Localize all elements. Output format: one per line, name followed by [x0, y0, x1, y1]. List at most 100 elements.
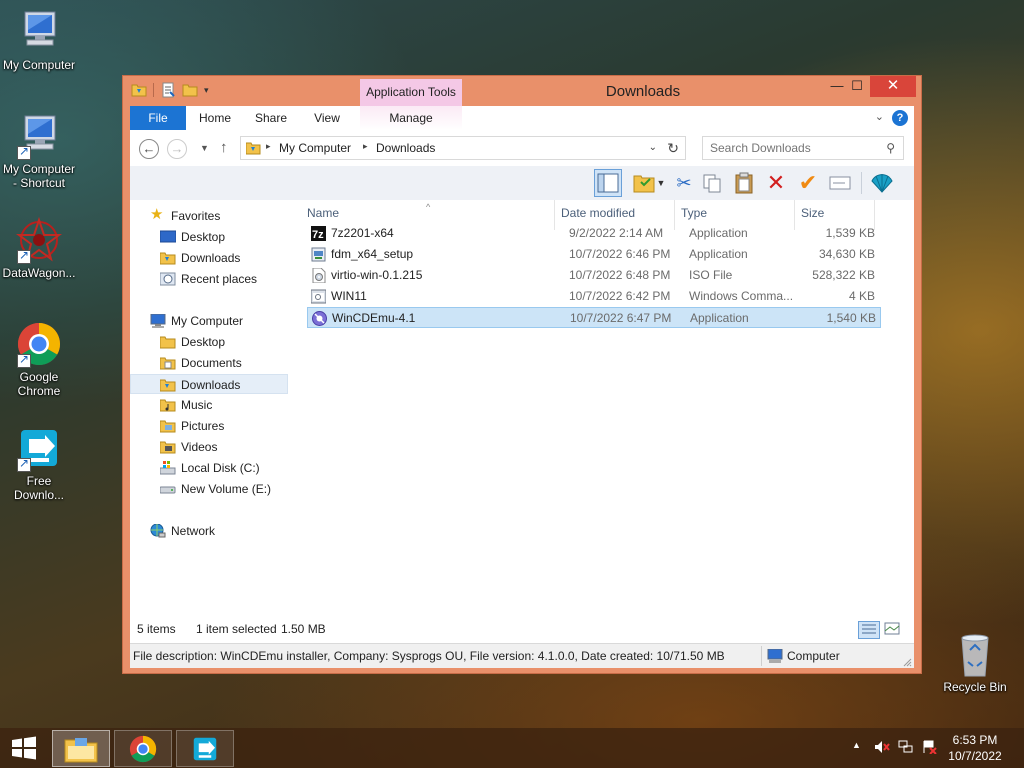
- maximize-button[interactable]: ☐: [843, 76, 871, 97]
- nav-computer-desktop[interactable]: Desktop: [130, 332, 288, 352]
- network-status-icon[interactable]: [898, 740, 914, 757]
- shortcut-arrow-icon: [17, 352, 31, 368]
- desktop-icon-label: Google Chrome: [17, 370, 61, 398]
- forward-button[interactable]: →: [167, 139, 187, 159]
- breadcrumb-my-computer[interactable]: My Computer: [279, 141, 351, 155]
- breadcrumb-separator-icon[interactable]: ▸: [266, 141, 271, 152]
- chevron-down-icon[interactable]: ▼: [654, 169, 668, 197]
- customize-qat-icon[interactable]: ▾: [204, 85, 209, 96]
- tab-home[interactable]: Home: [192, 106, 238, 130]
- nav-computer-documents[interactable]: Documents: [130, 353, 288, 373]
- preview-pane-button[interactable]: [594, 169, 622, 197]
- recent-locations-dropdown-icon[interactable]: ▼: [200, 143, 209, 153]
- nav-computer-new-volume-e[interactable]: New Volume (E:): [130, 479, 288, 499]
- refresh-icon[interactable]: ↻: [667, 140, 679, 157]
- music-folder-icon: [159, 398, 176, 412]
- desktop-icon-label: DataWagon...: [2, 266, 76, 280]
- file-size: 34,630 KB: [818, 247, 875, 261]
- taskbar-file-explorer[interactable]: [52, 730, 110, 767]
- file-size: 1.50 MB: [680, 649, 725, 663]
- pane-splitter[interactable]: [290, 200, 291, 615]
- nav-favorites-downloads[interactable]: Downloads: [130, 248, 288, 268]
- desktop-icon-google-chrome[interactable]: Google Chrome: [1, 320, 77, 398]
- system-drive-icon: [159, 461, 176, 475]
- tab-file[interactable]: File: [130, 106, 186, 130]
- desktop-icon-recycle-bin[interactable]: Recycle Bin: [937, 630, 1013, 694]
- title-bar[interactable]: ▾ Application Tools Downloads — ☐ ✕: [123, 76, 921, 106]
- back-button[interactable]: ←: [139, 139, 159, 159]
- system-clock[interactable]: 6:53 PM 10/7/2022: [940, 732, 1010, 764]
- nav-computer-downloads[interactable]: Downloads: [130, 374, 288, 394]
- iso-file-icon: [311, 267, 326, 284]
- tab-view[interactable]: View: [304, 106, 350, 130]
- explorer-window: ▾ Application Tools Downloads — ☐ ✕ File…: [122, 75, 922, 674]
- nav-computer-pictures[interactable]: Pictures: [130, 416, 288, 436]
- file-row[interactable]: virtio-win-0.1.215 10/7/2022 6:48 PM ISO F…: [307, 265, 881, 286]
- show-hidden-icons-icon[interactable]: ▲: [852, 740, 861, 750]
- checkmark-icon[interactable]: ✔: [794, 169, 822, 197]
- chevron-down-icon[interactable]: ⌄: [649, 142, 657, 153]
- close-button[interactable]: ✕: [870, 76, 916, 97]
- volume-muted-icon[interactable]: [874, 740, 890, 757]
- file-type: Application: [689, 226, 748, 240]
- desktop-icon-free-download-manager[interactable]: Free Downlo...: [1, 424, 77, 502]
- search-icon[interactable]: ⚲: [886, 141, 895, 155]
- file-type: Application: [689, 247, 748, 261]
- tab-share[interactable]: Share: [248, 106, 294, 130]
- copy-icon[interactable]: [698, 169, 726, 197]
- resize-grip-icon[interactable]: [902, 656, 912, 667]
- desktop-icon-label: My Computer: [2, 58, 76, 72]
- nav-network[interactable]: Network: [130, 521, 288, 541]
- shortcut-arrow-icon: [17, 144, 31, 160]
- help-icon[interactable]: ?: [892, 110, 908, 126]
- start-button[interactable]: [0, 728, 48, 768]
- file-size: 528,322 KB: [812, 268, 875, 282]
- chrome-icon: [129, 735, 157, 762]
- file-name: WinCDEmu-4.1: [332, 311, 416, 325]
- nav-computer-videos[interactable]: Videos: [130, 437, 288, 457]
- taskbar-free-download-manager[interactable]: [176, 730, 234, 767]
- nav-favorites-recent-places[interactable]: Recent places: [130, 269, 288, 289]
- desktop-icon-datawagon[interactable]: DataWagon...: [1, 216, 77, 280]
- search-input[interactable]: [703, 137, 873, 159]
- status-bar: 5 items 1 item selected 1.50 MB: [130, 615, 914, 643]
- properties-icon[interactable]: [160, 82, 176, 98]
- large-icons-view-button[interactable]: [882, 621, 904, 639]
- file-name: virtio-win-0.1.215: [331, 268, 423, 282]
- search-box[interactable]: ⚲: [702, 136, 904, 160]
- nav-favorites-desktop[interactable]: Desktop: [130, 227, 288, 247]
- desktop-icon-my-computer[interactable]: My Computer: [1, 8, 77, 72]
- folder-icon: [159, 335, 176, 349]
- desktop-icon-label: Recycle Bin: [943, 680, 1007, 694]
- downloads-folder-icon: [159, 378, 176, 392]
- address-bar[interactable]: ▸ My Computer ▸ Downloads ⌄ ↻: [240, 136, 686, 160]
- details-view-button[interactable]: [858, 621, 880, 639]
- rename-icon[interactable]: [826, 169, 854, 197]
- breadcrumb-separator-icon[interactable]: ▸: [363, 141, 368, 152]
- nav-favorites[interactable]: ★ Favorites: [130, 206, 288, 226]
- file-row[interactable]: fdm_x64_setup 10/7/2022 6:46 PM Applicatio…: [307, 244, 881, 265]
- folder-app-icon[interactable]: [131, 82, 147, 98]
- up-button[interactable]: ↑: [220, 139, 228, 156]
- navigation-bar: ← → ▼ ↑ ▸ My Computer ▸ Downloads ⌄ ↻ ⚲: [130, 130, 914, 166]
- item-count: 5 items: [137, 622, 176, 636]
- file-row[interactable]: WIN11 10/7/2022 6:42 PM Windows Comma... 4 …: [307, 286, 881, 307]
- new-folder-icon[interactable]: [182, 82, 198, 98]
- file-row[interactable]: WinCDEmu-4.1 10/7/2022 6:47 PM Application…: [307, 307, 881, 328]
- cut-icon[interactable]: ✂: [670, 169, 698, 197]
- desktop-icon-my-computer-shortcut[interactable]: My Computer - Shortcut: [1, 112, 77, 190]
- nav-my-computer[interactable]: My Computer: [130, 311, 288, 331]
- nav-computer-local-disk-c[interactable]: Local Disk (C:): [130, 458, 288, 478]
- breadcrumb-downloads[interactable]: Downloads: [376, 141, 435, 155]
- chevron-down-icon[interactable]: ⌄: [875, 110, 884, 123]
- file-row[interactable]: 7z 7z2201-x64 9/2/2022 2:14 AM Application 1…: [307, 223, 881, 244]
- nav-computer-music[interactable]: Music: [130, 395, 288, 415]
- tab-manage[interactable]: Manage: [360, 106, 462, 130]
- clock-date: 10/7/2022: [948, 749, 1002, 763]
- details-bar: File description: WinCDEmu installer, Co…: [130, 643, 914, 668]
- taskbar-google-chrome[interactable]: [114, 730, 172, 767]
- shell-icon[interactable]: [868, 169, 896, 197]
- paste-icon[interactable]: [730, 169, 758, 197]
- delete-icon[interactable]: ✕: [762, 169, 790, 197]
- action-center-icon[interactable]: [922, 740, 938, 757]
